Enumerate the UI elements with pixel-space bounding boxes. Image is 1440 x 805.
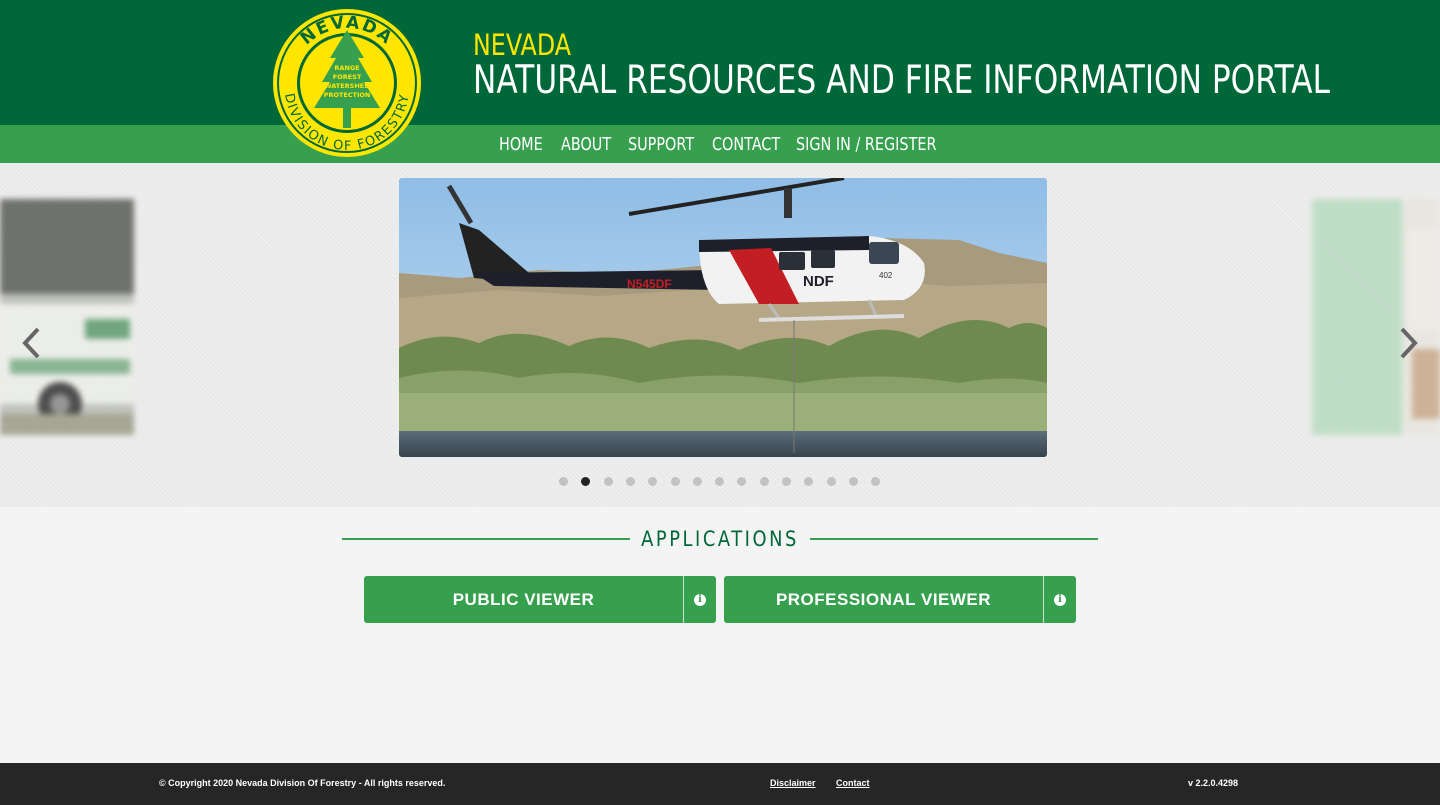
footer-copyright: © Copyright 2020 Nevada Division Of Fore… <box>159 778 446 788</box>
carousel-dot[interactable] <box>848 477 858 486</box>
logo-tree-line-3: WATERSHED <box>324 82 370 90</box>
applications-divider-right <box>810 538 1098 540</box>
nav-home[interactable]: HOME <box>499 135 543 155</box>
carousel-dot[interactable] <box>692 477 702 486</box>
carousel-dot[interactable] <box>826 477 836 486</box>
public-viewer-button[interactable]: PUBLIC VIEWER i <box>364 576 716 623</box>
nav-support[interactable]: SUPPORT <box>628 135 694 155</box>
applications-heading: APPLICATIONS <box>641 527 799 551</box>
public-viewer-info-button[interactable]: i <box>683 576 716 623</box>
helicopter-body-text: NDF <box>803 273 834 290</box>
carousel-prev-arrow-icon[interactable] <box>20 326 44 360</box>
carousel-dot[interactable] <box>759 477 769 486</box>
nav-about[interactable]: ABOUT <box>561 135 611 155</box>
site-title-state: NEVADA <box>473 28 571 62</box>
logo-tree-line-4: PROTECTION <box>324 91 371 99</box>
carousel-slide-previous[interactable] <box>0 199 134 435</box>
site-title: NATURAL RESOURCES AND FIRE INFORMATION P… <box>473 58 1331 103</box>
logo-tree-line-1: RANGE <box>334 64 359 72</box>
nevada-division-of-forestry-logo[interactable]: NEVADA DIVISION OF FORESTRY RANGE FOREST… <box>272 8 422 158</box>
carousel-next-arrow-icon[interactable] <box>1396 326 1420 360</box>
professional-viewer-info-button[interactable]: i <box>1043 576 1076 623</box>
carousel-dot[interactable] <box>782 477 791 486</box>
helicopter-tail-number: N545DF <box>627 277 672 291</box>
info-icon: i <box>694 593 706 606</box>
nav-contact[interactable]: CONTACT <box>712 135 780 155</box>
professional-viewer-label[interactable]: PROFESSIONAL VIEWER <box>724 576 1043 623</box>
applications-divider-left <box>342 538 630 540</box>
carousel-slide-active[interactable]: NDF N545DF 402 <box>399 178 1047 457</box>
carousel-dot[interactable] <box>559 477 568 486</box>
helicopter-photo: NDF N545DF 402 <box>399 178 1047 457</box>
carousel-dot[interactable] <box>670 477 680 486</box>
professional-viewer-button[interactable]: PROFESSIONAL VIEWER i <box>724 576 1076 623</box>
footer-version: v 2.2.0.4298 <box>1188 778 1239 788</box>
logo-tree-line-2: FOREST <box>333 73 362 81</box>
public-viewer-label[interactable]: PUBLIC VIEWER <box>364 576 683 623</box>
nav-sign-in-register[interactable]: SIGN IN / REGISTER <box>796 135 936 155</box>
footer-contact-link[interactable]: Contact <box>836 778 870 788</box>
info-icon: i <box>1054 593 1066 606</box>
carousel-dot[interactable] <box>625 477 635 486</box>
helicopter-nose-number: 402 <box>879 271 893 280</box>
carousel-dot[interactable] <box>603 477 613 486</box>
carousel-slide-next[interactable] <box>1312 199 1440 435</box>
footer-disclaimer-link[interactable]: Disclaimer <box>770 778 816 788</box>
